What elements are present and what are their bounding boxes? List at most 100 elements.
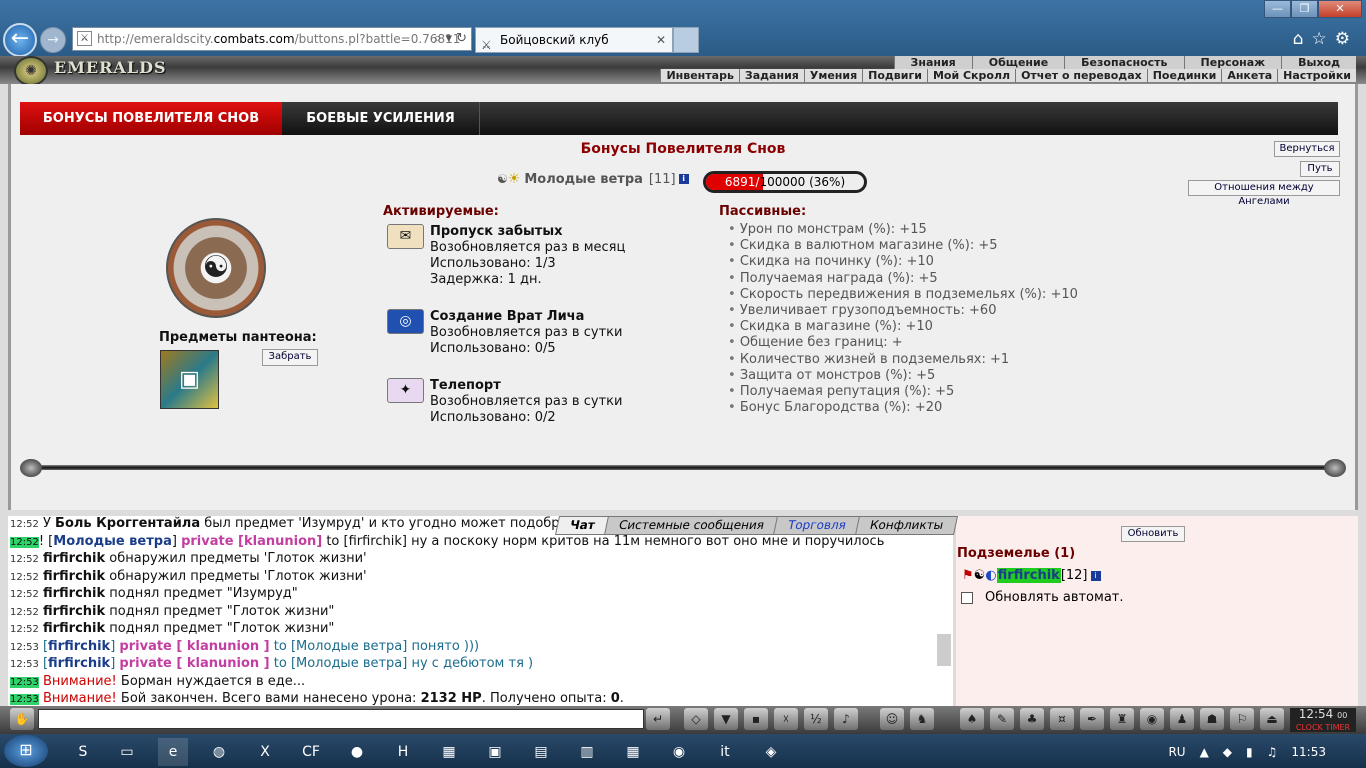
send-icon[interactable]: ↵ <box>646 708 670 730</box>
eraser-icon[interactable]: ◇ <box>684 708 708 730</box>
save-log-icon[interactable]: ▪ <box>744 708 768 730</box>
start-button[interactable]: ⊞ <box>4 735 48 767</box>
shield-icon[interactable]: ◉ <box>1140 708 1164 730</box>
app-green-icon[interactable]: ▣ <box>480 738 510 766</box>
portal-icon[interactable]: ◎ <box>387 309 424 334</box>
filter-icon[interactable]: ▼ <box>714 708 738 730</box>
tab-title: Бойцовский клуб <box>500 33 609 47</box>
half-icon[interactable]: ½ <box>804 708 828 730</box>
submenu-inventory[interactable]: Инвентарь <box>660 69 738 82</box>
chat-settings-icon[interactable]: ✋ <box>10 708 34 730</box>
back-button[interactable]: ← <box>3 23 37 57</box>
pantheon-chest-icon[interactable]: ▣ <box>160 350 219 409</box>
skype-icon[interactable]: S <box>68 738 98 766</box>
helmet-icon[interactable]: ♞ <box>910 708 934 730</box>
clapper-icon[interactable]: ▦ <box>434 738 464 766</box>
group-icon[interactable]: ♟ <box>1170 708 1194 730</box>
back-link-button[interactable]: Вернуться <box>1274 141 1340 157</box>
chat-line: 12:53 Внимание! Борман нуждается в еде..… <box>10 673 306 689</box>
notepad-icon[interactable]: ▥ <box>572 738 602 766</box>
teleport-scroll-icon[interactable]: ✦ <box>387 378 424 403</box>
ie-icon[interactable]: e <box>158 738 188 766</box>
minimize-button[interactable]: — <box>1264 0 1291 18</box>
menu-exit[interactable]: Выход <box>1281 56 1356 69</box>
path-button[interactable]: Путь <box>1300 161 1340 177</box>
skill-renew: Возобновляется раз в сутки <box>430 325 623 340</box>
chat-tab-conflicts[interactable]: Конфликты <box>854 516 958 535</box>
app-blue-icon[interactable]: ◈ <box>756 738 786 766</box>
site-icon: ⚔ <box>77 31 92 46</box>
browser-tab[interactable]: ⚔ Бойцовский клуб ✕ <box>475 27 673 53</box>
menu-knowledge[interactable]: Знания <box>893 56 972 69</box>
chrome-icon[interactable]: ◍ <box>204 738 234 766</box>
player-name[interactable]: firfirchik <box>996 568 1061 583</box>
maximize-button[interactable]: ❐ <box>1291 0 1318 18</box>
auto-refresh-checkbox[interactable] <box>961 591 973 604</box>
submenu-feats[interactable]: Подвиги <box>862 69 927 82</box>
exit-icon[interactable]: ⏏ <box>1260 708 1284 730</box>
submenu-quests[interactable]: Задания <box>738 69 804 82</box>
excel-icon[interactable]: X <box>250 738 280 766</box>
quill-icon[interactable]: ✒ <box>1080 708 1104 730</box>
armor-icon[interactable]: ♜ <box>1110 708 1134 730</box>
app-it-icon[interactable]: it <box>710 738 740 766</box>
chat-tab-system[interactable]: Системные сообщения <box>603 516 779 535</box>
home-star-gear-icons[interactable]: ⌂☆⚙ <box>1293 29 1358 49</box>
sound-icon[interactable]: ♪ <box>834 708 858 730</box>
bag-icon[interactable]: ♠ <box>960 708 984 730</box>
chat-tab-chat[interactable]: Чат <box>554 516 610 535</box>
skill-name: Телепорт <box>430 378 501 393</box>
info-icon[interactable]: i <box>1090 570 1101 581</box>
menu-security[interactable]: Безопасность <box>1064 56 1183 69</box>
submenu-fights[interactable]: Поединки <box>1146 69 1222 82</box>
address-bar[interactable]: ⚔ http://emeraldscity.combats.com/button… <box>72 27 472 51</box>
calculator-icon[interactable]: ▦ <box>618 738 648 766</box>
tab-combat-boosts[interactable]: БОЕВЫЕ УСИЛЕНИЯ <box>282 102 480 135</box>
tab-close-icon[interactable]: ✕ <box>656 28 666 52</box>
smiley-icon[interactable]: ☺ <box>880 708 904 730</box>
tab-dream-lord-bonuses[interactable]: БОНУСЫ ПОВЕЛИТЕЛЯ СНОВ <box>20 102 282 135</box>
refresh-button[interactable]: Обновить <box>1121 526 1185 542</box>
search-refresh-icons[interactable]: ⌕ ▾ ↻ <box>434 28 467 50</box>
app-yellow-icon[interactable]: ◉ <box>664 738 694 766</box>
floppy-icon[interactable]: ▤ <box>526 738 556 766</box>
system-time[interactable]: 11:53 <box>1291 745 1326 759</box>
forward-button[interactable]: → <box>40 27 66 53</box>
volume-tray-icon[interactable]: ♫ <box>1267 745 1278 759</box>
submenu-profile[interactable]: Анкета <box>1221 69 1277 82</box>
menu-communication[interactable]: Общение <box>971 56 1064 69</box>
submenu-scroll[interactable]: Мой Скролл <box>926 69 1015 82</box>
network-tray-icon[interactable]: ▮ <box>1246 745 1253 759</box>
passive-item: Скорость передвижения в подземельях (%):… <box>728 287 1078 303</box>
scroll-thumb[interactable] <box>937 634 951 666</box>
coins-icon[interactable]: ¤ <box>1050 708 1074 730</box>
submenu-transfers[interactable]: Отчет о переводах <box>1015 69 1147 82</box>
submenu-settings[interactable]: Настройки <box>1277 69 1356 82</box>
submenu-skills[interactable]: Умения <box>803 69 862 82</box>
menu-character[interactable]: Персонаж <box>1183 56 1282 69</box>
torch-icon[interactable]: ✎ <box>990 708 1014 730</box>
app-h-icon[interactable]: H <box>388 738 418 766</box>
take-button[interactable]: Забрать <box>262 349 318 366</box>
close-button[interactable]: ✕ <box>1318 0 1362 18</box>
info-icon[interactable]: i <box>678 174 689 184</box>
flag-icon[interactable]: ⚐ <box>1230 708 1254 730</box>
friends-icon[interactable]: ☗ <box>1200 708 1224 730</box>
scroll-icon[interactable]: ✉ <box>387 224 424 249</box>
angels-relations-button[interactable]: Отношения между Ангелами <box>1188 180 1340 207</box>
language-indicator[interactable]: RU <box>1168 745 1185 759</box>
app-orange-icon[interactable]: ● <box>342 738 372 766</box>
character-name[interactable]: Молодые ветра <box>524 172 643 187</box>
chat-scrollbar[interactable] <box>936 534 953 690</box>
new-tab-button[interactable] <box>673 27 699 53</box>
sun-icon: ☀ <box>507 171 521 187</box>
explorer-icon[interactable]: ▭ <box>112 738 142 766</box>
chat-tab-trade[interactable]: Торговля <box>772 516 861 535</box>
chat-input[interactable] <box>38 709 644 729</box>
tray-arrow-icon[interactable]: ▲ <box>1200 745 1209 759</box>
game-clock[interactable]: 12:54 00 CLOCK TIMER <box>1290 708 1356 732</box>
app-cf-icon[interactable]: CF <box>296 738 326 766</box>
shield-tray-icon[interactable]: ◆ <box>1223 745 1232 759</box>
fighter-icon[interactable]: ☓ <box>774 708 798 730</box>
potion-icon[interactable]: ♣ <box>1020 708 1044 730</box>
